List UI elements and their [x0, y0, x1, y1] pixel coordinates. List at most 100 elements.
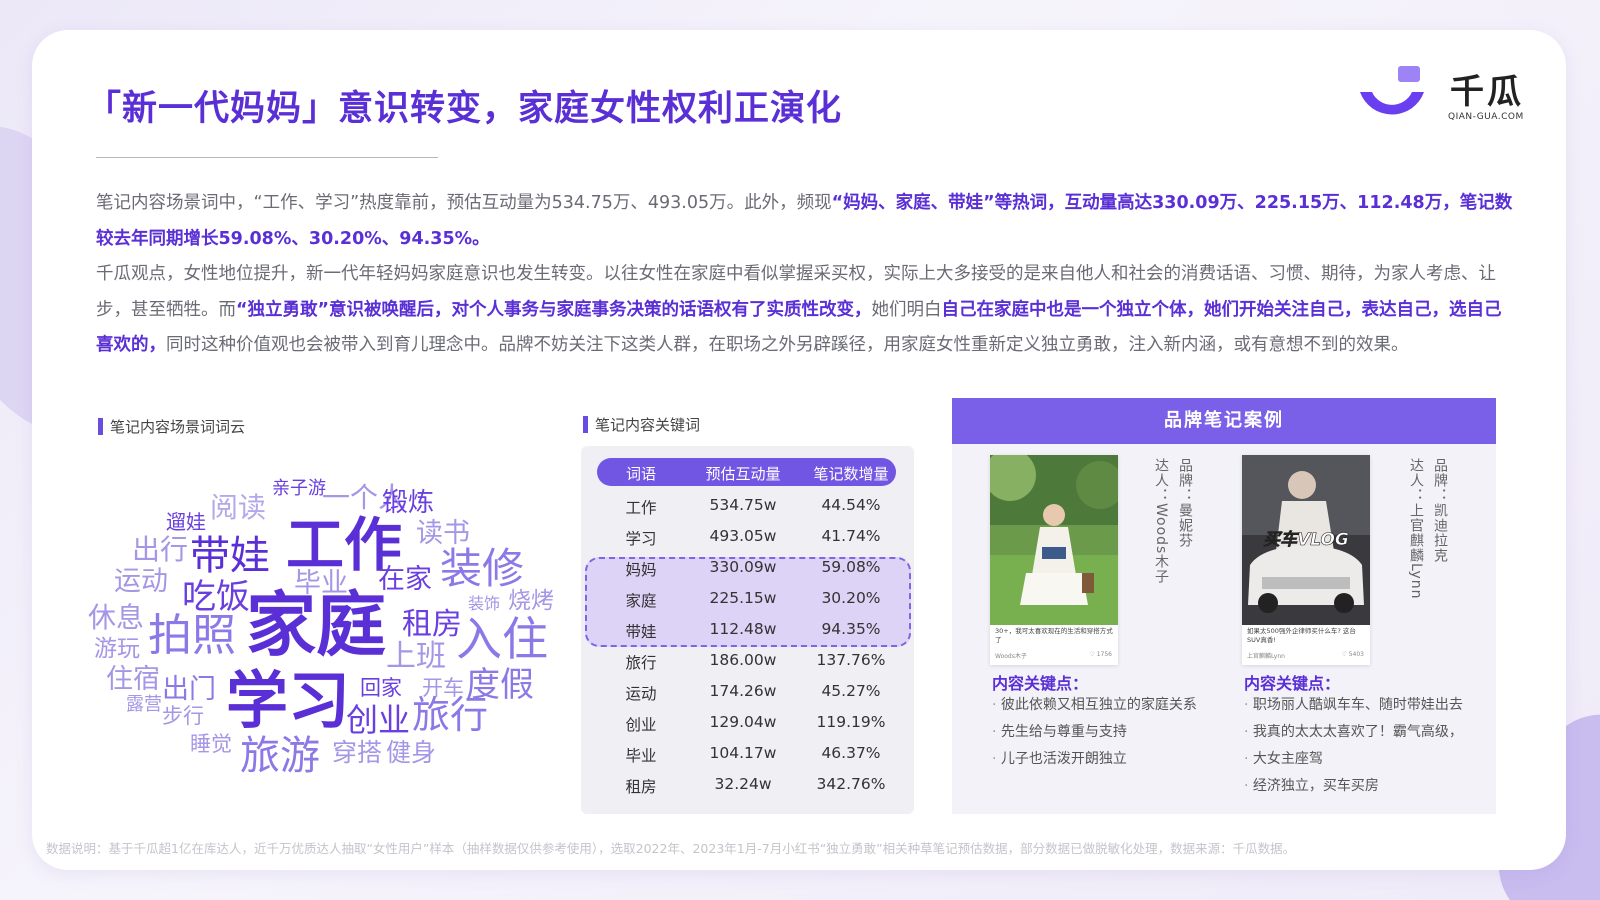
logo-mark-icon	[1360, 66, 1424, 115]
row-word: 带娃	[625, 623, 657, 641]
garden-photo-icon	[990, 455, 1118, 625]
brand-cases-panel: 品牌笔记案例 30+，我可太喜欢现在的生活和穿搭方式了 Woods木子 ♡ 17…	[952, 398, 1496, 814]
cloud-word: 在家	[378, 564, 432, 595]
viewpoint-paragraph: 千瓜观点，女性地位提升，新一代年轻妈妈家庭意识也发生转变。以往女性在家庭中看似掌…	[96, 257, 1516, 364]
row-growth: 44.54%	[821, 496, 881, 514]
table-row: 租房 32.24w 342.76%	[581, 769, 914, 800]
logo-url: QIAN-GUA.COM	[1448, 112, 1524, 122]
row-interaction: 174.26w	[709, 682, 777, 700]
cloud-word: 创业	[346, 701, 411, 739]
table-row: 家庭 225.15w 30.20%	[581, 583, 914, 614]
note-caption: 如果太500强外企律师买什么车? 这台SUV真香!	[1247, 627, 1356, 644]
row-interaction: 32.24w	[714, 775, 772, 793]
table-row: 旅行 186.00w 137.76%	[581, 645, 914, 676]
note-author: Woods木子	[995, 653, 1027, 660]
table-row: 妈妈 330.09w 59.08%	[581, 552, 914, 583]
note-likes: ♡ 5403	[1341, 651, 1364, 658]
cloud-word: 步行	[162, 704, 204, 728]
cloud-word: 吃饭	[182, 577, 250, 617]
logo-name: 千瓜	[1450, 72, 1524, 112]
cloud-word: 住宿	[106, 664, 160, 695]
row-word: 学习	[625, 530, 657, 548]
keypoint: 经济独立，买车买房	[1244, 773, 1463, 800]
row-growth: 46.37%	[821, 744, 881, 762]
cloud-word: 遛娃	[166, 510, 206, 534]
cloud-word: 露营	[126, 694, 162, 715]
car-photo-icon: 买车VLOG	[1242, 455, 1370, 625]
keypoint: 先生给与尊重与支持	[992, 719, 1197, 746]
page-title: 「新一代妈妈」意识转变，家庭女性权利正演化	[86, 89, 843, 129]
table-header: 词语 预估互动量 笔记数增量	[597, 458, 896, 486]
keypoint: 我真的太太太喜欢了！霸气高级，	[1244, 719, 1463, 746]
row-interaction: 129.04w	[709, 713, 777, 731]
note-screenshot-2: 买车VLOG 如果太500强外企律师买什么车? 这台SUV真香! 上官麒麟Lyn…	[1242, 455, 1370, 665]
viewpoint-highlight-1: “独立勇敢”意识被唤醒后，对个人事务与家庭事务决策的话语权有了实质性改变，	[236, 299, 872, 320]
table-row: 学习 493.05w 41.74%	[581, 521, 914, 552]
keypoint: 彼此依赖又相互独立的家庭关系	[992, 692, 1197, 719]
cloud-word: 学习	[226, 664, 351, 737]
row-interaction: 104.17w	[709, 744, 777, 762]
word-cloud: 亲子游 一个人 锻炼 遛娃 阅读 读书 出行 带娃 工作 装修 运动 毕业 在家…	[86, 470, 576, 800]
keypoint: 职场丽人酷飒车车、随时带娃出去	[1244, 692, 1463, 719]
table-row: 毕业 104.17w 46.37%	[581, 738, 914, 769]
keypoints-title-1: 内容关键点：	[992, 674, 1089, 693]
cloud-word: 旅行	[412, 693, 489, 737]
row-growth: 41.74%	[821, 527, 881, 545]
cloud-word: 入住	[456, 612, 548, 666]
row-growth: 30.20%	[821, 589, 881, 607]
cloud-word: 装修	[440, 544, 525, 593]
row-interaction: 225.15w	[709, 589, 777, 607]
row-interaction: 186.00w	[709, 651, 777, 669]
cloud-word: 上班	[386, 639, 446, 674]
table-row: 带娃 112.48w 94.35%	[581, 614, 914, 645]
keypoints-list-2: 职场丽人酷飒车车、随时带娃出去 我真的太太太喜欢了！霸气高级， 大女主座驾 经济…	[1244, 692, 1463, 800]
cloud-word: 旅游	[240, 733, 320, 779]
cloud-word: 健身	[386, 738, 437, 767]
row-growth: 59.08%	[821, 558, 881, 576]
cloud-word: 游玩	[94, 636, 140, 662]
row-word: 妈妈	[625, 561, 657, 579]
row-growth: 45.27%	[821, 682, 881, 700]
cloud-word: 装饰	[468, 594, 501, 613]
case-kol-1: 达人：Woods木子	[1153, 458, 1169, 585]
cloud-word: 亲子游	[272, 478, 326, 499]
note-screenshot-1: 30+，我可太喜欢现在的生活和穿搭方式了 Woods木子 ♡ 1756	[990, 455, 1118, 665]
table-row: 运动 174.26w 45.27%	[581, 676, 914, 707]
header-word: 词语	[625, 465, 656, 483]
brand-logo: 千瓜 QIAN-GUA.COM	[1354, 66, 1534, 128]
cloud-word: 睡觉	[190, 732, 232, 756]
row-growth: 137.76%	[816, 651, 886, 669]
data-footnote: 数据说明：基于千瓜超1亿在库达人，近千万优质达人抽取“女性用户”样本（抽样数据仅…	[46, 841, 1296, 856]
cloud-word: 休息	[88, 601, 145, 634]
row-growth: 119.19%	[816, 713, 886, 731]
summary-paragraph: 笔记内容场景词中，“工作、学习”热度靠前，预估互动量为534.75万、493.0…	[96, 186, 1516, 257]
row-interaction: 493.05w	[709, 527, 777, 545]
wordcloud-label: 笔记内容场景词词云	[98, 416, 245, 437]
row-word: 旅行	[625, 654, 657, 672]
note-caption: 30+，我可太喜欢现在的生活和穿搭方式了	[995, 627, 1113, 644]
cloud-word: 穿搭	[332, 738, 383, 767]
viewpoint-text-3: 同时这种价值观也会被带入到育儿理念中。品牌不妨关注下这类人群，在职场之外另辟蹊径…	[166, 335, 1409, 355]
row-growth: 342.76%	[816, 775, 886, 793]
row-word: 毕业	[625, 747, 657, 765]
keywords-label: 笔记内容关键词	[583, 414, 700, 435]
table-row: 创业 129.04w 119.19%	[581, 707, 914, 738]
case-kol-2: 达人：上官麒麟Lynn	[1408, 458, 1424, 600]
row-growth: 94.35%	[821, 620, 881, 638]
table-row: 工作 534.75w 44.54%	[581, 490, 914, 521]
note-author: 上官麒麟Lynn	[1247, 653, 1285, 660]
cloud-word: 出行	[132, 533, 189, 566]
cloud-word: 家庭	[246, 584, 386, 666]
viewpoint-text-2: 她们明白	[871, 299, 942, 320]
keypoints-list-1: 彼此依赖又相互独立的家庭关系 先生给与尊重与支持 儿子也活泼开朗独立	[992, 692, 1197, 773]
brand-cases-header: 品牌笔记案例	[952, 398, 1496, 444]
cloud-word: 读书	[416, 518, 470, 549]
row-interaction: 112.48w	[709, 620, 777, 638]
cloud-word: 运动	[114, 566, 168, 597]
header-interaction: 预估互动量	[705, 465, 781, 483]
row-word: 创业	[625, 716, 657, 734]
header-growth: 笔记数增量	[813, 465, 889, 483]
keypoint: 大女主座驾	[1244, 746, 1463, 773]
cloud-word: 出门	[162, 674, 216, 705]
row-interaction: 330.09w	[709, 558, 777, 576]
